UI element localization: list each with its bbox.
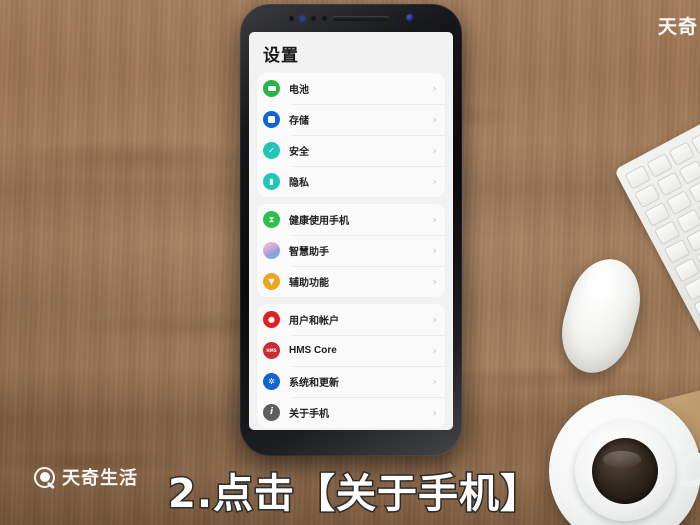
smartphone: 设置 电池 › 存储 › ✓ 安全 › ▮ 隐私 › ⧗ 健康使用手机 › 智慧…	[240, 4, 462, 456]
settings-list: 电池 › 存储 › ✓ 安全 › ▮ 隐私 › ⧗ 健康使用手机 › 智慧助手 …	[249, 73, 453, 430]
list-item-storage[interactable]: 存储 ›	[257, 104, 445, 135]
secondary-sensor-icon	[394, 15, 400, 21]
chevron-right-icon: ›	[432, 344, 437, 357]
battery-icon	[263, 80, 280, 97]
coffee-liquid	[592, 438, 658, 504]
hms-core-icon: HMS	[263, 342, 280, 359]
chevron-right-icon: ›	[432, 406, 437, 419]
chevron-right-icon: ›	[432, 313, 437, 326]
front-camera-icon	[405, 14, 414, 22]
list-item-label: 智慧助手	[289, 247, 329, 258]
list-item-label: 电池	[289, 85, 309, 96]
list-item-label: 用户和帐户	[289, 316, 339, 327]
chevron-right-icon: ›	[432, 244, 437, 257]
watermark: 天奇生活	[34, 464, 138, 490]
system-update-icon: ✲	[263, 373, 280, 390]
security-shield-icon: ✓	[263, 142, 280, 159]
page-title: 设置	[263, 46, 299, 65]
chevron-right-icon: ›	[432, 275, 437, 288]
corner-watermark: 天奇	[657, 16, 698, 38]
list-item-digital-wellbeing[interactable]: ⧗ 健康使用手机 ›	[257, 204, 445, 235]
chevron-right-icon: ›	[432, 82, 437, 95]
list-item-security[interactable]: ✓ 安全 ›	[257, 135, 445, 166]
list-item-label: HMS Core	[289, 345, 337, 356]
chevron-right-icon: ›	[432, 175, 437, 188]
list-item-label: 存储	[289, 116, 309, 127]
coffee-cup	[575, 421, 675, 521]
instruction-caption: 2.点击【关于手机】	[166, 470, 542, 519]
chevron-right-icon: ›	[432, 375, 437, 388]
privacy-lock-icon: ▮	[263, 173, 280, 190]
settings-group: ● 用户和帐户 › HMS HMS Core › ✲ 系统和更新 › i 关于手…	[257, 304, 445, 428]
iris-scanner-icon	[299, 15, 305, 21]
cup-handle	[668, 447, 700, 491]
chevron-right-icon: ›	[432, 113, 437, 126]
watermark-logo-icon	[34, 466, 55, 488]
proximity-sensor-icon	[288, 15, 294, 21]
list-item-system-update[interactable]: ✲ 系统和更新 ›	[257, 366, 445, 397]
list-item-about-phone[interactable]: i 关于手机 ›	[257, 397, 445, 428]
storage-icon	[263, 111, 280, 128]
list-item-hms-core[interactable]: HMS HMS Core ›	[257, 335, 445, 366]
list-item-label: 辅助功能	[289, 278, 329, 289]
list-item-label: 安全	[289, 147, 309, 158]
list-item-label: 健康使用手机	[289, 216, 349, 227]
about-phone-icon: i	[263, 404, 280, 421]
settings-group: 电池 › 存储 › ✓ 安全 › ▮ 隐私 ›	[257, 73, 445, 197]
user-account-icon: ●	[263, 311, 280, 328]
smart-assistant-icon	[263, 242, 280, 259]
list-item-label: 隐私	[289, 178, 309, 189]
list-item-smart-assistant[interactable]: 智慧助手 ›	[257, 235, 445, 266]
list-item-label: 关于手机	[289, 409, 329, 420]
chevron-right-icon: ›	[432, 213, 437, 226]
list-item-label: 系统和更新	[289, 378, 339, 389]
phone-bottom-bezel	[240, 430, 462, 456]
earpiece-speaker	[332, 15, 389, 21]
light-sensor-icon	[310, 15, 316, 21]
phone-top-bezel	[240, 4, 462, 32]
chevron-right-icon: ›	[432, 144, 437, 157]
led-indicator-icon	[321, 15, 327, 21]
watermark-text: 天奇生活	[62, 468, 138, 489]
list-item-users-accounts[interactable]: ● 用户和帐户 ›	[257, 304, 445, 335]
list-item-accessibility[interactable]: ▼ 辅助功能 ›	[257, 266, 445, 297]
list-item-privacy[interactable]: ▮ 隐私 ›	[257, 166, 445, 197]
settings-group: ⧗ 健康使用手机 › 智慧助手 › ▼ 辅助功能 ›	[257, 204, 445, 297]
list-item-battery[interactable]: 电池 ›	[257, 73, 445, 104]
digital-wellbeing-icon: ⧗	[263, 211, 280, 228]
accessibility-icon: ▼	[263, 273, 280, 290]
phone-screen: 设置 电池 › 存储 › ✓ 安全 › ▮ 隐私 › ⧗ 健康使用手机 › 智慧…	[249, 32, 453, 430]
